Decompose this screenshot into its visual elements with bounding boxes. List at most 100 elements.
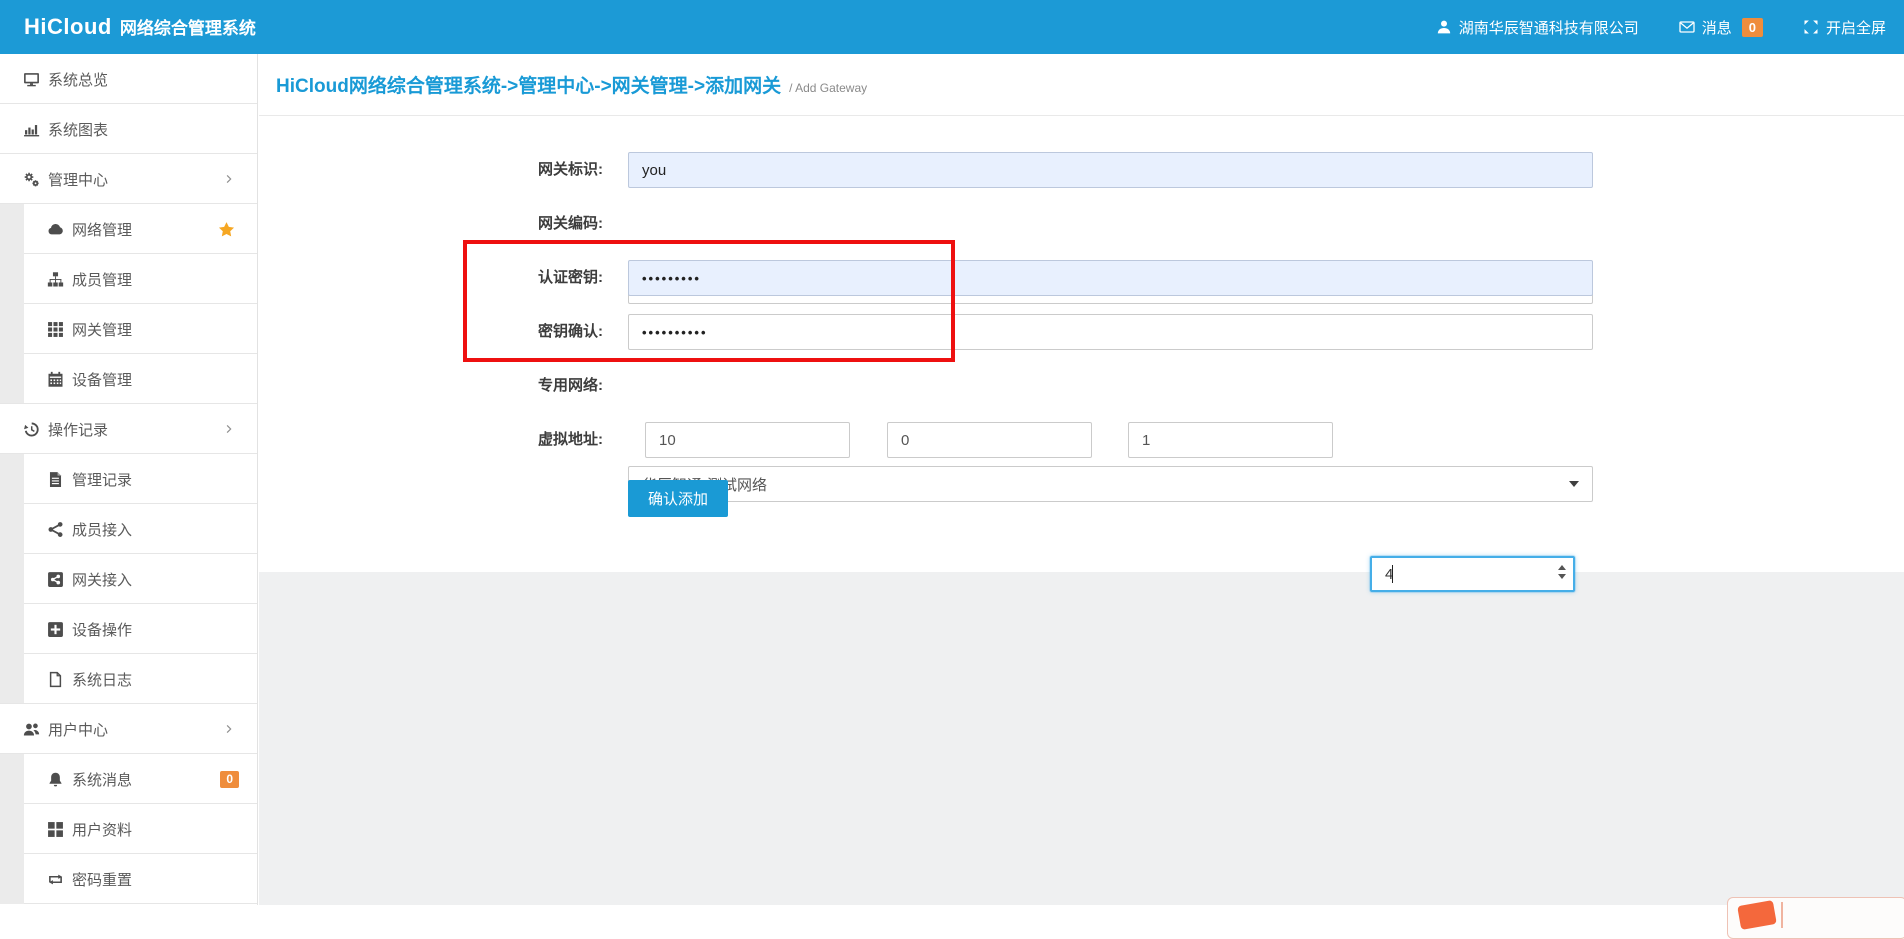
sidebar-item-label: 成员接入 [72, 519, 132, 540]
sitemap-icon [47, 271, 64, 288]
sidebar-item-management-center[interactable]: 管理中心 [0, 154, 257, 204]
auth-key-label: 认证密钥: [259, 260, 603, 296]
messages-count-badge: 0 [1742, 18, 1763, 37]
favorite-star-icon[interactable] [218, 221, 235, 238]
sidebar-item-label: 网关管理 [72, 319, 132, 340]
virtual-address-octet-1-input[interactable] [645, 422, 850, 458]
chevron-right-icon [223, 173, 235, 185]
sidebar-item-label: 操作记录 [48, 419, 108, 440]
company-name: 湖南华辰智通科技有限公司 [1459, 17, 1639, 38]
cloud-icon [47, 221, 64, 238]
private-network-select[interactable]: 华辰智通-测试网络 [628, 466, 1593, 502]
history-icon [23, 421, 40, 438]
sidebar-item-member-management[interactable]: 成员管理 [0, 254, 257, 304]
sidebar-item-label: 网络管理 [72, 219, 132, 240]
sidebar-item-operation-records[interactable]: 操作记录 [0, 404, 257, 454]
private-network-label: 专用网络: [259, 368, 603, 404]
sidebar-item-user-profile[interactable]: 用户资料 [0, 804, 257, 854]
chevron-right-icon [223, 423, 235, 435]
users-icon [23, 721, 40, 738]
virtual-address-octet-2-input[interactable] [887, 422, 1092, 458]
virtual-address-octet-4-field [1370, 556, 1575, 592]
sidebar-item-management-records[interactable]: 管理记录 [0, 454, 257, 504]
sidebar-item-label: 系统消息 [72, 769, 132, 790]
user-icon [1436, 19, 1452, 35]
virtual-address-octet-3-input[interactable] [1128, 422, 1333, 458]
app-logo: HiCloud 网络综合管理系统 [24, 14, 256, 40]
grid-icon [47, 321, 64, 338]
stepper-down-icon[interactable] [1558, 574, 1566, 579]
sidebar-item-label: 密码重置 [72, 869, 132, 890]
gateway-id-input[interactable] [628, 152, 1593, 188]
sidebar-item-member-access[interactable]: 成员接入 [0, 504, 257, 554]
screenshot-tool-widget[interactable] [1727, 897, 1904, 939]
sidebar-item-label: 成员管理 [72, 269, 132, 290]
app-logo-brand: HiCloud [24, 14, 112, 40]
messages-label: 消息 [1702, 17, 1732, 38]
sidebar-item-network-management[interactable]: 网络管理 [0, 204, 257, 254]
fullscreen-label: 开启全屏 [1826, 17, 1886, 38]
sidebar-item-system-overview[interactable]: 系统总览 [0, 54, 257, 104]
breadcrumb-subtitle: / Add Gateway [789, 81, 867, 95]
fullscreen-icon [1803, 19, 1819, 35]
sidebar-item-label: 设备管理 [72, 369, 132, 390]
sidebar-item-label: 管理记录 [72, 469, 132, 490]
sidebar: 系统总览系统图表管理中心网络管理成员管理网关管理设备管理操作记录管理记录成员接入… [0, 54, 258, 905]
chevron-right-icon [223, 723, 235, 735]
number-stepper[interactable] [1558, 565, 1566, 579]
sidebar-item-system-charts[interactable]: 系统图表 [0, 104, 257, 154]
header-actions: 湖南华辰智通科技有限公司 消息 0 开启全屏 [1436, 17, 1886, 38]
sidebar-item-system-logs[interactable]: 系统日志 [0, 654, 257, 704]
auth-key-input[interactable] [628, 260, 1593, 296]
text-cursor [1392, 565, 1393, 583]
messages-menu[interactable]: 消息 0 [1679, 17, 1763, 38]
grid-large-icon [47, 821, 64, 838]
key-confirm-input[interactable] [628, 314, 1593, 350]
unread-count-badge: 0 [220, 771, 239, 788]
retweet-icon [47, 871, 64, 888]
sidebar-item-label: 系统图表 [48, 119, 108, 140]
confirm-add-button[interactable]: 确认添加 [628, 480, 728, 517]
gateway-code-label: 网关编码: [259, 206, 603, 242]
desktop-icon [23, 71, 40, 88]
sidebar-item-user-center[interactable]: 用户中心 [0, 704, 257, 754]
key-confirm-label: 密钥确认: [259, 314, 603, 350]
stepper-up-icon[interactable] [1558, 565, 1566, 570]
caret-down-icon [1569, 481, 1579, 487]
sidebar-item-system-messages[interactable]: 系统消息 0 [0, 754, 257, 804]
breadcrumb: HiCloud网络综合管理系统->管理中心->网关管理->添加网关 / Add … [259, 54, 1904, 116]
sidebar-item-label: 设备操作 [72, 619, 132, 640]
sidebar-item-gateway-management[interactable]: 网关管理 [0, 304, 257, 354]
virtual-address-label: 虚拟地址: [259, 422, 603, 458]
gateway-id-label: 网关标识: [259, 152, 603, 188]
sidebar-item-label: 管理中心 [48, 169, 108, 190]
plus-square-icon [47, 621, 64, 638]
share-icon [47, 521, 64, 538]
envelope-icon [1679, 19, 1695, 35]
sidebar-item-label: 网关接入 [72, 569, 132, 590]
sidebar-item-label: 系统总览 [48, 69, 108, 90]
sidebar-item-gateway-access[interactable]: 网关接入 [0, 554, 257, 604]
fullscreen-toggle[interactable]: 开启全屏 [1803, 17, 1886, 38]
widget-divider [1781, 902, 1783, 928]
sidebar-item-label: 用户资料 [72, 819, 132, 840]
bell-icon [47, 771, 64, 788]
file-text-icon [47, 471, 64, 488]
share-square-icon [47, 571, 64, 588]
sidebar-item-password-reset[interactable]: 密码重置 [0, 854, 257, 904]
sidebar-item-label: 系统日志 [72, 669, 132, 690]
sidebar-item-device-operations[interactable]: 设备操作 [0, 604, 257, 654]
bar-chart-icon [23, 121, 40, 138]
company-account-menu[interactable]: 湖南华辰智通科技有限公司 [1436, 17, 1639, 38]
main-content: HiCloud网络综合管理系统->管理中心->网关管理->添加网关 / Add … [259, 54, 1904, 905]
content-background [259, 572, 1904, 905]
top-header: HiCloud 网络综合管理系统 湖南华辰智通科技有限公司 消息 0 开启全屏 [0, 0, 1904, 54]
gears-icon [23, 171, 40, 188]
breadcrumb-path: HiCloud网络综合管理系统->管理中心->网关管理->添加网关 [276, 71, 781, 98]
app-logo-title: 网络综合管理系统 [120, 14, 256, 39]
calendar-icon [47, 371, 64, 388]
sidebar-item-device-management[interactable]: 设备管理 [0, 354, 257, 404]
file-icon [47, 671, 64, 688]
virtual-address-octet-4-input[interactable] [1370, 556, 1575, 592]
sidebar-item-label: 用户中心 [48, 719, 108, 740]
